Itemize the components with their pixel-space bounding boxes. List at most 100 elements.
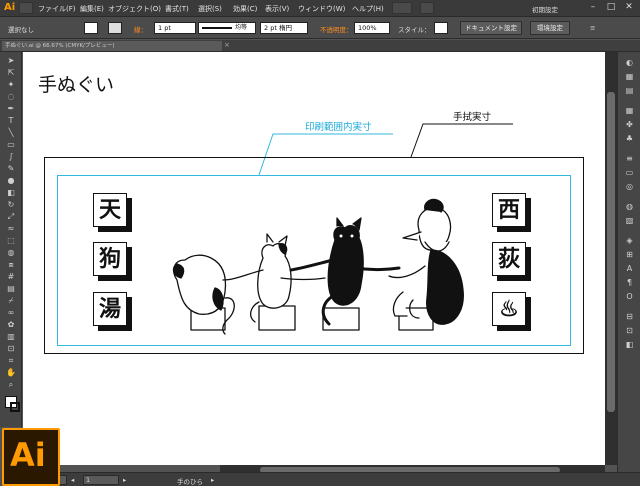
kanji-tile-nishi[interactable]: 西 bbox=[492, 193, 526, 227]
tools-panel: ➤ ⇱ ✦ ◌ ✒ T ╲ ▭ ∫ ✎ ● ◧ ↻ ⤢ ≈ ⬚ ◍ ⧈ # ▤ … bbox=[0, 52, 22, 427]
brushes-icon[interactable]: ✤ bbox=[624, 120, 635, 129]
rotate-tool-icon[interactable]: ↻ bbox=[5, 200, 17, 210]
layers-icon[interactable]: ◈ bbox=[624, 236, 635, 245]
color-guide-icon[interactable]: ▦ bbox=[624, 72, 635, 81]
brush-select[interactable]: 2 pt 楕円 bbox=[260, 22, 308, 34]
pathfinder-icon[interactable]: ◧ bbox=[624, 340, 635, 349]
print-area-label: 印刷範囲内実寸 bbox=[305, 122, 372, 133]
width-tool-icon[interactable]: ≈ bbox=[5, 224, 17, 234]
pen-tool-icon[interactable]: ✒ bbox=[5, 104, 17, 114]
stroke-profile-select[interactable]: 均等 bbox=[198, 22, 256, 34]
gradient-tool-icon[interactable]: ▤ bbox=[5, 284, 17, 294]
stroke-label[interactable]: 線： bbox=[134, 24, 147, 34]
scale-tool-icon[interactable]: ⤢ bbox=[5, 212, 17, 222]
stroke-panel-icon[interactable]: ≡ bbox=[624, 154, 635, 163]
panel-menu-icon[interactable]: ≡ bbox=[590, 24, 595, 32]
gradient-panel-icon[interactable]: ▭ bbox=[624, 168, 635, 177]
mesh-tool-icon[interactable]: # bbox=[5, 272, 17, 282]
appearance-icon[interactable]: ◍ bbox=[624, 202, 635, 211]
document-tab-bar: 手ぬぐい.ai @ 66.67% (CMYK/プレビュー) × bbox=[0, 40, 640, 52]
kanji-tile-gu[interactable]: 狗 bbox=[93, 242, 127, 276]
close-window-button[interactable]: ✕ bbox=[620, 0, 638, 15]
swatches-icon[interactable]: ▦ bbox=[624, 106, 635, 115]
opentype-icon[interactable]: O bbox=[624, 292, 635, 301]
menu-edit[interactable]: 編集(E) bbox=[80, 4, 104, 14]
panel-dock: ◐ ▦ ▤ ▦ ✤ ♣ ≡ ▭ ◎ ◍ ▧ ◈ ⊞ A ¶ O ⊟ ⊡ ◧ bbox=[617, 52, 640, 472]
document-tab[interactable]: 手ぬぐい.ai @ 66.67% (CMYK/プレビュー) bbox=[2, 41, 222, 51]
kanji-tile-onsen[interactable]: ♨ bbox=[492, 292, 526, 326]
kanji-tile-yu[interactable]: 湯 bbox=[93, 292, 127, 326]
preferences-button[interactable]: 環境設定 bbox=[530, 21, 570, 35]
artboard-canvas[interactable]: 手ぬぐい 印刷範囲内実寸 手拭実寸 天 狗 湯 西 荻 ♨ bbox=[23, 52, 605, 465]
menu-type[interactable]: 書式(T) bbox=[165, 4, 189, 14]
bridge-button[interactable] bbox=[19, 2, 33, 14]
vertical-scrollbar[interactable] bbox=[605, 52, 617, 465]
app-logo: Ai bbox=[4, 2, 16, 13]
transparency-icon[interactable]: ◎ bbox=[624, 182, 635, 191]
page-field[interactable]: 1 bbox=[83, 475, 119, 485]
opacity-field[interactable]: 100% bbox=[354, 22, 390, 34]
menu-effect[interactable]: 効果(C) bbox=[233, 4, 257, 14]
status-bar: 66.67% ◂ 1 ▸ 手のひら ▸ bbox=[23, 472, 640, 486]
vertical-scroll-thumb[interactable] bbox=[607, 92, 615, 412]
bathhouse-illustration[interactable] bbox=[163, 180, 493, 340]
workspace-switcher[interactable]: 初期設定 bbox=[532, 4, 558, 14]
lasso-tool-icon[interactable]: ◌ bbox=[5, 92, 17, 102]
artboard-tool-icon[interactable]: ⊡ bbox=[5, 344, 17, 354]
stroke-weight-field[interactable]: 1 pt bbox=[154, 22, 196, 34]
blob-brush-tool-icon[interactable]: ● bbox=[5, 176, 17, 186]
stroke-color-icon[interactable] bbox=[10, 402, 20, 412]
perspective-grid-tool-icon[interactable]: ⧈ bbox=[5, 260, 17, 270]
layout-button[interactable] bbox=[420, 2, 434, 14]
stroke-swatch[interactable] bbox=[108, 22, 122, 34]
minimize-button[interactable]: – bbox=[584, 0, 602, 15]
first-page-icon[interactable]: ◂ bbox=[71, 476, 74, 484]
column-graph-tool-icon[interactable]: ▥ bbox=[5, 332, 17, 342]
kanji-tile-ten[interactable]: 天 bbox=[93, 193, 127, 227]
zoom-tool-icon[interactable]: ⌕ bbox=[5, 380, 17, 390]
next-page-icon[interactable]: ▸ bbox=[123, 476, 126, 484]
kanji-tile-ogi[interactable]: 荻 bbox=[492, 242, 526, 276]
pencil-tool-icon[interactable]: ✎ bbox=[5, 164, 17, 174]
eyedropper-tool-icon[interactable]: ⌿ bbox=[5, 296, 17, 306]
menu-view[interactable]: 表示(V) bbox=[265, 4, 289, 14]
shape-builder-tool-icon[interactable]: ◍ bbox=[5, 248, 17, 258]
artboards-icon[interactable]: ⊞ bbox=[624, 250, 635, 259]
magic-wand-tool-icon[interactable]: ✦ bbox=[5, 80, 17, 90]
color-panel-icon[interactable]: ◐ bbox=[624, 58, 635, 67]
menu-object[interactable]: オブジェクト(O) bbox=[108, 4, 161, 14]
hand-tool-icon[interactable]: ✋ bbox=[5, 368, 17, 378]
transform-icon[interactable]: ⊡ bbox=[624, 326, 635, 335]
direct-selection-tool-icon[interactable]: ⇱ bbox=[5, 68, 17, 78]
menu-file[interactable]: ファイル(F) bbox=[38, 4, 76, 14]
symbols-icon[interactable]: ♣ bbox=[624, 134, 635, 143]
paintbrush-tool-icon[interactable]: ∫ bbox=[5, 152, 17, 162]
paragraph-icon[interactable]: ¶ bbox=[624, 278, 635, 287]
character-icon[interactable]: A bbox=[624, 264, 635, 273]
line-tool-icon[interactable]: ╲ bbox=[5, 128, 17, 138]
type-tool-icon[interactable]: T bbox=[5, 116, 17, 126]
menu-help[interactable]: ヘルプ(H) bbox=[352, 4, 384, 14]
rectangle-tool-icon[interactable]: ▭ bbox=[5, 140, 17, 150]
document-setup-button[interactable]: ドキュメント設定 bbox=[460, 21, 522, 35]
menu-window[interactable]: ウィンドウ(W) bbox=[298, 4, 345, 14]
graphic-styles-icon[interactable]: ▧ bbox=[624, 216, 635, 225]
align-icon[interactable]: ⊟ bbox=[624, 312, 635, 321]
opacity-label[interactable]: 不透明度： bbox=[320, 24, 353, 34]
symbol-sprayer-tool-icon[interactable]: ✿ bbox=[5, 320, 17, 330]
fill-swatch[interactable] bbox=[84, 22, 98, 34]
menu-select[interactable]: 選択(S) bbox=[198, 4, 222, 14]
control-bar: 選択なし 線： 1 pt 均等 2 pt 楕円 不透明度： 100% スタイル：… bbox=[0, 17, 640, 39]
style-swatch[interactable] bbox=[434, 22, 448, 34]
close-tab-icon[interactable]: × bbox=[224, 41, 230, 49]
free-transform-tool-icon[interactable]: ⬚ bbox=[5, 236, 17, 246]
selection-tool-icon[interactable]: ➤ bbox=[5, 56, 17, 66]
illustrator-logo: Ai bbox=[2, 428, 60, 486]
arrange-documents-button[interactable] bbox=[392, 2, 412, 14]
eraser-tool-icon[interactable]: ◧ bbox=[5, 188, 17, 198]
slice-tool-icon[interactable]: ⌗ bbox=[5, 356, 17, 366]
blend-tool-icon[interactable]: ∞ bbox=[5, 308, 17, 318]
kuler-icon[interactable]: ▤ bbox=[624, 86, 635, 95]
status-menu-icon[interactable]: ▸ bbox=[211, 476, 214, 484]
maximize-button[interactable]: □ bbox=[602, 0, 620, 15]
